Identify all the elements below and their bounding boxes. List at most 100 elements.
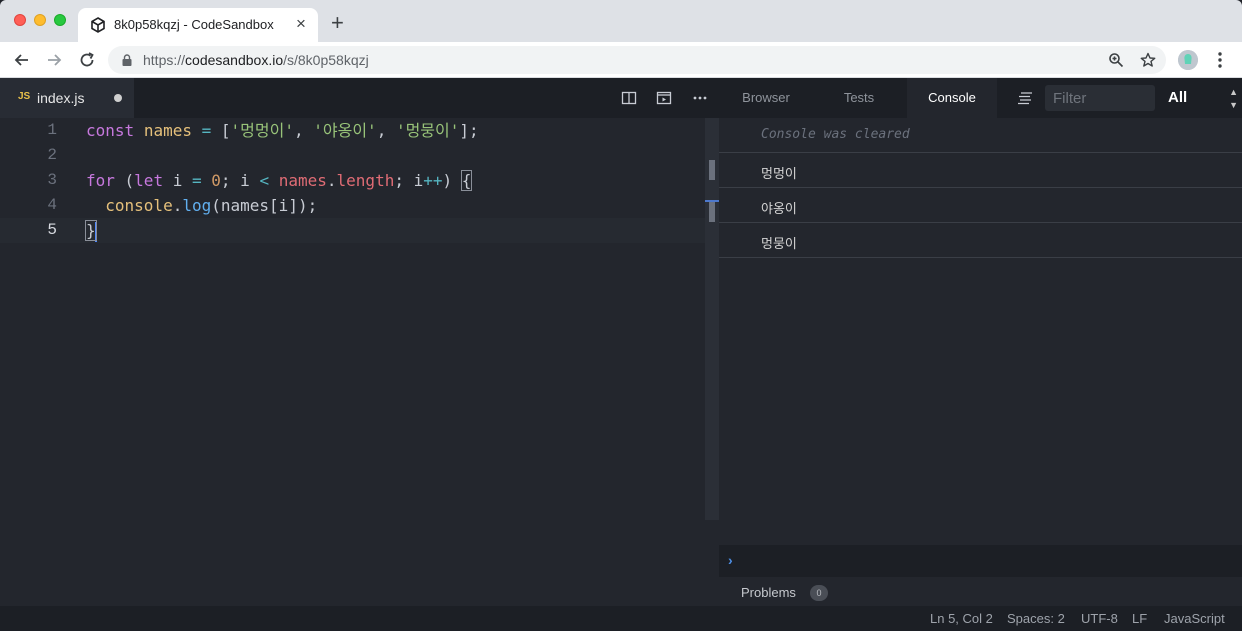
address-bar[interactable]: https://codesandbox.io/s/8k0p58kqzj (108, 46, 1166, 74)
cursor-position[interactable]: Ln 5, Col 2 (930, 611, 993, 626)
indentation-setting[interactable]: Spaces: 2 (1007, 611, 1065, 626)
editor-scrollbar[interactable] (705, 118, 719, 520)
file-tab-index-js[interactable]: JS index.js (0, 78, 134, 118)
scrollbar-gutter (705, 520, 719, 606)
problems-bar[interactable]: Problems 0 (719, 577, 1242, 606)
code-text: const names = ['멍멍이', '야옹이', '멍뭉이']; (86, 118, 479, 143)
token-punct: ; i (394, 171, 424, 190)
status-bar: Ln 5, Col 2 Spaces: 2 UTF-8 LF JavaScrip… (0, 606, 1242, 631)
line-number: 2 (47, 146, 57, 164)
line-number: 3 (47, 171, 57, 189)
reload-icon[interactable] (77, 50, 97, 70)
token-punct: . (172, 196, 183, 215)
token-object: console (105, 196, 173, 215)
token-brace-matched: { (460, 170, 473, 191)
code-line: 3 for (let i = 0; i < names.length; i++)… (0, 168, 705, 193)
console-output: Console was cleared 멍멍이 야옹이 멍뭉이 (719, 118, 1242, 545)
tab-browser[interactable]: Browser (719, 78, 813, 118)
avatar-icon (1178, 50, 1198, 70)
close-window-button[interactable] (14, 14, 26, 26)
token-string: '멍멍이' (230, 121, 294, 140)
split-view-icon[interactable] (621, 90, 637, 106)
text-cursor (94, 221, 97, 242)
token-punct: ( (114, 171, 135, 190)
token-punct: . (326, 171, 337, 190)
file-tab-label: index.js (37, 90, 85, 106)
code-line: 4 console.log(names[i]); (0, 193, 705, 218)
back-arrow-icon[interactable] (12, 50, 32, 70)
console-filter-input[interactable] (1045, 85, 1155, 111)
log-level-value: All (1168, 89, 1188, 106)
token-punct: , (376, 121, 396, 140)
token-punct: ) (442, 171, 462, 190)
token-variable: names (143, 121, 192, 140)
line-ending-setting[interactable]: LF (1132, 611, 1147, 626)
token-keyword: const (86, 121, 135, 140)
unsaved-dot-icon[interactable] (114, 94, 122, 102)
console-prompt-icon: › (728, 552, 733, 568)
console-cleared-row: Console was cleared (719, 118, 1242, 153)
code-editor[interactable]: 1 const names = ['멍멍이', '야옹이', '멍뭉이']; 2… (0, 118, 705, 606)
token-keyword: for (86, 171, 115, 190)
clear-console-icon[interactable] (1017, 91, 1033, 105)
code-text: for (let i = 0; i < names.length; i++) { (86, 168, 473, 193)
token-punct: ; i (220, 171, 260, 190)
scrollbar-thumb[interactable] (709, 160, 715, 180)
token-punct: , (293, 121, 314, 140)
token-operator: = (191, 171, 202, 190)
code-line: 1 const names = ['멍멍이', '야옹이', '멍뭉이']; (0, 118, 705, 143)
encoding-setting[interactable]: UTF-8 (1081, 611, 1118, 626)
codesandbox-favicon-icon (91, 17, 105, 33)
code-line: 2 (0, 143, 705, 168)
maximize-window-button[interactable] (54, 14, 66, 26)
token-variable: i (163, 171, 192, 190)
token-string: '멍뭉이' (395, 121, 460, 140)
browser-tab[interactable]: 8k0p58kqzj - CodeSandbox × (78, 8, 318, 42)
console-log-row: 멍뭉이 (719, 223, 1242, 258)
browser-tab-strip: 8k0p58kqzj - CodeSandbox × + (0, 0, 1242, 42)
token-keyword: let (134, 171, 164, 190)
token-variable: names (278, 171, 327, 190)
token-punct: [ (220, 121, 231, 140)
token-number: 0 (211, 171, 221, 190)
new-tab-button[interactable]: + (331, 12, 344, 34)
preview-panel-tabs: Browser Tests Console All ▲▼ (719, 78, 1242, 118)
problems-count-badge: 0 (810, 585, 828, 601)
line-number: 5 (47, 221, 57, 239)
minimize-window-button[interactable] (34, 14, 46, 26)
preview-icon[interactable] (656, 90, 672, 106)
js-file-icon: JS (18, 91, 31, 102)
zoom-icon[interactable] (1108, 52, 1124, 68)
token-punct: ]; (459, 121, 479, 140)
more-options-icon[interactable] (692, 90, 708, 106)
log-level-select[interactable]: All ▲ ▼ (1159, 85, 1242, 111)
code-text: } (85, 218, 97, 243)
token-operator: = (201, 121, 212, 140)
token-string: '야옹이' (313, 121, 377, 140)
bookmark-star-icon[interactable] (1140, 52, 1156, 68)
line-number: 1 (47, 121, 57, 139)
scrollbar-thumb[interactable] (709, 202, 715, 222)
line-number: 4 (47, 196, 57, 214)
url-text: https://codesandbox.io/s/8k0p58kqzj (143, 52, 369, 68)
select-arrows-icon: ▲ ▼ (1229, 87, 1238, 110)
console-cleared-message: Console was cleared (761, 127, 910, 142)
browser-menu-icon[interactable] (1212, 51, 1228, 69)
token-operator: ++ (423, 171, 443, 190)
browser-tab-title: 8k0p58kqzj - CodeSandbox (114, 17, 274, 32)
problems-label[interactable]: Problems (741, 585, 796, 600)
url-scheme: https:// (143, 52, 186, 68)
tab-console[interactable]: Console (907, 78, 997, 118)
console-log-text: 멍뭉이 (761, 236, 797, 251)
tab-tests[interactable]: Tests (813, 78, 905, 118)
language-mode[interactable]: JavaScript (1164, 611, 1225, 626)
code-line-active: 5 } (0, 218, 705, 243)
forward-arrow-icon[interactable] (44, 50, 64, 70)
code-text: console.log(names[i]); (86, 193, 317, 218)
profile-avatar[interactable] (1178, 50, 1198, 70)
console-input[interactable]: › (719, 545, 1242, 577)
tab-close-icon[interactable]: × (296, 15, 306, 33)
editor-header: JS index.js (0, 78, 719, 118)
url-path: /s/8k0p58kqzj (283, 52, 369, 68)
